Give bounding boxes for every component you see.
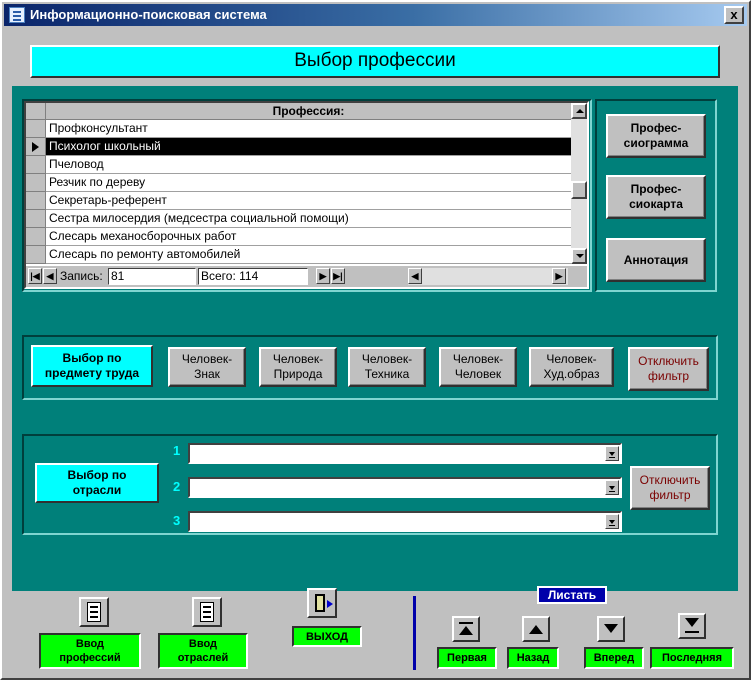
record-selector[interactable]: [26, 174, 46, 192]
record-selector[interactable]: [26, 210, 46, 228]
record-number-field[interactable]: 81: [108, 268, 196, 285]
filter-human-human-button[interactable]: Человек- Человек: [439, 347, 517, 387]
professiocard-button[interactable]: Профес- сиокарта: [606, 175, 706, 219]
previous-record-button[interactable]: [522, 616, 550, 642]
last-record-label[interactable]: Последняя: [650, 647, 734, 669]
scroll-left-icon[interactable]: ◀: [408, 268, 422, 284]
scroll-right-icon[interactable]: ▶: [552, 268, 566, 284]
subject-filter-off-button[interactable]: Отключить фильтр: [628, 347, 709, 391]
app-icon: [9, 7, 25, 23]
close-icon[interactable]: x: [724, 6, 744, 24]
first-record-label[interactable]: Первая: [437, 647, 497, 669]
up-arrow-icon: [459, 626, 473, 635]
branch-number-1: 1: [173, 443, 181, 458]
list-item[interactable]: Сестра милосердия (медсестра социальной …: [46, 210, 571, 228]
profession-list[interactable]: Профессия: Профконсультант Психолог школь…: [24, 101, 589, 289]
input-professions-label[interactable]: Ввод профессий: [39, 633, 141, 669]
previous-record-icon: [529, 625, 543, 634]
nav-last-icon[interactable]: ▶|: [331, 268, 345, 284]
first-record-button[interactable]: [452, 616, 480, 642]
page-title: Выбор профессии: [30, 45, 720, 78]
exit-arrow-icon: [327, 600, 333, 608]
scroll-down-icon[interactable]: [571, 248, 587, 264]
scroll-up-icon[interactable]: [571, 103, 587, 119]
vertical-scrollbar[interactable]: [571, 103, 587, 264]
filter-human-nature-button[interactable]: Человек- Природа: [259, 347, 337, 387]
list-item[interactable]: Слесарь по ремонту автомобилей: [46, 246, 571, 264]
input-branches-button[interactable]: [192, 597, 222, 627]
record-selector[interactable]: [26, 246, 46, 264]
horizontal-scrollbar[interactable]: ◀ ▶: [408, 268, 568, 285]
list-item[interactable]: Секретарь-референт: [46, 192, 571, 210]
input-professions-button[interactable]: [79, 597, 109, 627]
column-header-profession: Профессия:: [46, 103, 571, 120]
window-title: Информационно-поисковая система: [30, 7, 267, 22]
record-label: Запись:: [60, 269, 103, 283]
filter-human-sign-button[interactable]: Человек- Знак: [168, 347, 246, 387]
dropdown-arrow-icon[interactable]: [605, 514, 619, 529]
filter-human-technology-button[interactable]: Человек- Техника: [348, 347, 426, 387]
record-selector[interactable]: [26, 192, 46, 210]
list-item[interactable]: Пчеловод: [46, 156, 571, 174]
record-selector[interactable]: [26, 228, 46, 246]
next-record-label[interactable]: Вперед: [584, 647, 644, 669]
dropdown-arrow-icon[interactable]: [605, 446, 619, 461]
branch-number-3: 3: [173, 513, 181, 528]
form-icon: [200, 602, 214, 622]
input-branches-label[interactable]: Ввод отраслей: [158, 633, 248, 669]
nav-first-icon[interactable]: |◀: [28, 268, 42, 284]
next-record-button[interactable]: [597, 616, 625, 642]
annotation-button[interactable]: Аннотация: [606, 238, 706, 282]
dropdown-arrow-icon[interactable]: [605, 480, 619, 495]
branch-filter-off-button[interactable]: Отключить фильтр: [630, 466, 710, 510]
branch-combo-1[interactable]: [188, 443, 622, 464]
subject-filter-label: Выбор по предмету труда: [31, 345, 153, 387]
branch-filter-label: Выбор по отрасли: [35, 463, 159, 503]
professiogram-button[interactable]: Профес- сиограмма: [606, 114, 706, 158]
last-record-button[interactable]: [678, 613, 706, 639]
scroll-thumb[interactable]: [571, 181, 587, 199]
last-record-icon: [685, 618, 699, 627]
list-item[interactable]: Психолог школьный: [46, 138, 571, 156]
record-selector-icon[interactable]: [26, 138, 46, 156]
record-selector[interactable]: [26, 156, 46, 174]
title-bar: Информационно-поисковая система x: [4, 4, 747, 26]
bottom-divider: [413, 596, 416, 670]
record-total: Всего: 114: [198, 268, 308, 285]
exit-label[interactable]: ВЫХОД: [292, 626, 362, 647]
nav-next-icon[interactable]: ▶: [316, 268, 330, 284]
filter-human-art-button[interactable]: Человек- Худ.образ: [529, 347, 614, 387]
record-selectors: [26, 120, 46, 264]
list-rows: Профконсультант Психолог школьный Пчеловод…: [46, 120, 571, 264]
branch-number-2: 2: [173, 479, 181, 494]
branch-combo-3[interactable]: [188, 511, 622, 532]
select-all-corner[interactable]: [26, 103, 46, 120]
list-item[interactable]: Резчик по дереву: [46, 174, 571, 192]
list-item[interactable]: Профконсультант: [46, 120, 571, 138]
form-icon: [87, 602, 101, 622]
nav-previous-icon[interactable]: ◀: [43, 268, 57, 284]
exit-button[interactable]: [307, 588, 337, 618]
exit-door-icon: [315, 594, 325, 612]
first-record-icon: [459, 622, 473, 624]
record-selector[interactable]: [26, 120, 46, 138]
branch-combo-2[interactable]: [188, 477, 622, 498]
list-item[interactable]: Слесарь механосборочных работ: [46, 228, 571, 246]
previous-record-label[interactable]: Назад: [507, 647, 559, 669]
record-navigation: |◀ ◀ Запись: 81 Всего: 114 ▶ ▶| ◀ ▶: [26, 266, 587, 287]
next-record-icon: [604, 624, 618, 633]
last-bar-icon: [685, 631, 699, 633]
paging-title: Листать: [537, 586, 607, 604]
